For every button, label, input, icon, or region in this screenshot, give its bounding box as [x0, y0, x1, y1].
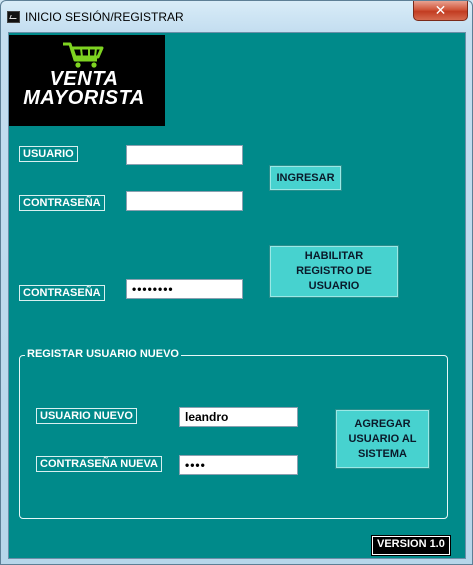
enable-registration-button[interactable]: HABILITAR REGISTRO DE USUARIO: [269, 245, 399, 298]
shopping-cart-icon: [63, 42, 104, 68]
form-panel: VENTA MAYORISTA USUARIO CONTRASEÑA INGRE…: [8, 32, 466, 559]
password-label: CONTRASEÑA: [19, 195, 105, 211]
login-window: INICIO SESIÓN/REGISTRAR ✕ VENTA MAYORIST…: [0, 0, 473, 565]
new-username-input[interactable]: [179, 407, 298, 427]
logo-text-line2: MAYORISTA: [23, 87, 145, 109]
new-password-input[interactable]: [179, 455, 298, 475]
brand-logo: VENTA MAYORISTA: [9, 35, 165, 126]
app-icon[interactable]: [7, 11, 20, 23]
password-input[interactable]: [126, 191, 243, 211]
username-label: USUARIO: [19, 146, 78, 162]
admin-password-label: CONTRASEÑA: [19, 285, 105, 301]
window-title: INICIO SESIÓN/REGISTRAR: [25, 10, 184, 24]
login-button[interactable]: INGRESAR: [269, 165, 342, 191]
new-username-label: USUARIO NUEVO: [36, 408, 137, 424]
title-bar[interactable]: INICIO SESIÓN/REGISTRAR ✕: [1, 1, 472, 32]
register-group-title: REGISTAR USUARIO NUEVO: [25, 348, 181, 360]
add-user-button[interactable]: AGREGAR USUARIO AL SISTEMA: [335, 409, 430, 469]
version-badge: VERSION 1.0: [371, 535, 451, 556]
admin-password-input[interactable]: [126, 279, 243, 299]
close-button[interactable]: ✕: [413, 1, 468, 21]
username-input[interactable]: [126, 145, 243, 165]
new-password-label: CONTRASEÑA NUEVA: [36, 456, 162, 472]
